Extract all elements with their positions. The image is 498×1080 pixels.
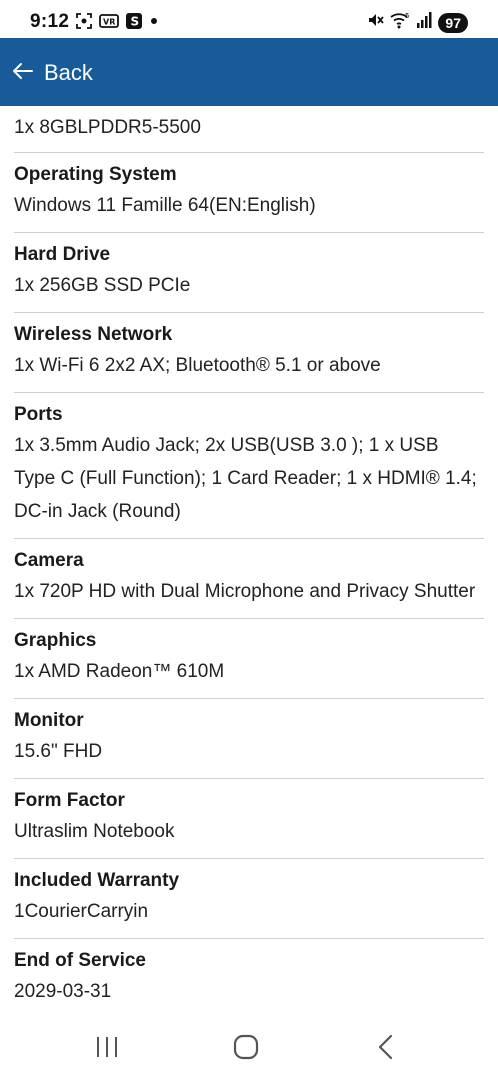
spec-value: 1CourierCarryin xyxy=(14,901,149,922)
back-button[interactable]: Back xyxy=(12,56,93,90)
svg-text:S: S xyxy=(131,15,140,29)
spec-value: 1x AMD Radeon™ 610M xyxy=(14,661,225,682)
spec-row-included-warranty: Included Warranty 1CourierCarryin xyxy=(14,859,484,939)
spec-row-hard-drive: Hard Drive 1x 256GB SSD PCIe xyxy=(14,233,484,313)
spec-label: Hard Drive xyxy=(14,244,111,265)
svg-text:VR: VR xyxy=(103,18,115,27)
screenshot-icon xyxy=(76,13,92,34)
spec-list[interactable]: 1x 8GBLPDDR5-5500 Operating System Windo… xyxy=(0,106,498,1012)
spec-value: Windows 11 Famille 64(EN:English) xyxy=(14,195,316,216)
spec-label: Graphics xyxy=(14,630,97,651)
spec-label: Form Factor xyxy=(14,790,125,811)
arrow-left-icon xyxy=(12,61,34,86)
spec-value: 2029-03-31 xyxy=(14,981,112,1002)
spec-label: Ports xyxy=(14,404,63,425)
spec-row-graphics: Graphics 1x AMD Radeon™ 610M xyxy=(14,619,484,699)
back-label: Back xyxy=(44,60,93,85)
status-right-icons: 5 97 xyxy=(366,11,468,34)
dot-icon xyxy=(149,13,159,34)
spec-row-form-factor: Form Factor Ultraslim Notebook xyxy=(14,779,484,859)
wifi-icon: 5 xyxy=(390,11,410,34)
battery-indicator: 97 xyxy=(438,12,468,33)
spec-label: End of Service xyxy=(14,950,146,971)
spec-label: Included Warranty xyxy=(14,870,180,891)
spec-row-wireless-network: Wireless Network 1x Wi-Fi 6 2x2 AX; Blue… xyxy=(14,313,484,393)
status-time: 9:12 xyxy=(30,11,70,32)
status-left-icons: VR S xyxy=(76,13,159,34)
mute-icon xyxy=(366,11,385,34)
spec-value: 1x 256GB SSD PCIe xyxy=(14,275,191,296)
app-header: Back xyxy=(0,38,498,106)
spec-label: Camera xyxy=(14,550,84,571)
s-app-icon: S xyxy=(126,13,142,34)
svg-text:5: 5 xyxy=(405,12,409,20)
spec-value: 1x 3.5mm Audio Jack; 2x USB(USB 3.0 ); 1… xyxy=(14,435,477,522)
system-nav-bar xyxy=(0,1012,498,1080)
spec-row-camera: Camera 1x 720P HD with Dual Microphone a… xyxy=(14,539,484,619)
home-icon[interactable] xyxy=(226,1032,266,1062)
recent-apps-icon[interactable] xyxy=(87,1032,127,1062)
spec-row-monitor: Monitor 15.6" FHD xyxy=(14,699,484,779)
spec-value: Ultraslim Notebook xyxy=(14,821,175,842)
spec-row-end-of-service: End of Service 2029-03-31 xyxy=(14,939,484,1012)
signal-icon xyxy=(416,11,432,34)
spec-row-ports: Ports 1x 3.5mm Audio Jack; 2x USB(USB 3.… xyxy=(14,393,484,539)
spec-label: Operating System xyxy=(14,164,177,185)
back-nav-icon[interactable] xyxy=(366,1032,406,1062)
spec-row-operating-system: Operating System Windows 11 Famille 64(E… xyxy=(14,153,484,233)
spec-label: Wireless Network xyxy=(14,324,173,345)
spec-label: Monitor xyxy=(14,710,84,731)
spec-value: 1x Wi-Fi 6 2x2 AX; Bluetooth® 5.1 or abo… xyxy=(14,355,381,376)
spec-value: 1x 720P HD with Dual Microphone and Priv… xyxy=(14,581,476,602)
vr-icon: VR xyxy=(99,13,119,34)
status-bar: 9:12 VR S 5 97 xyxy=(0,0,498,38)
memory-value: 1x 8GBLPDDR5-5500 xyxy=(14,106,484,153)
spec-value: 15.6" FHD xyxy=(14,741,103,762)
